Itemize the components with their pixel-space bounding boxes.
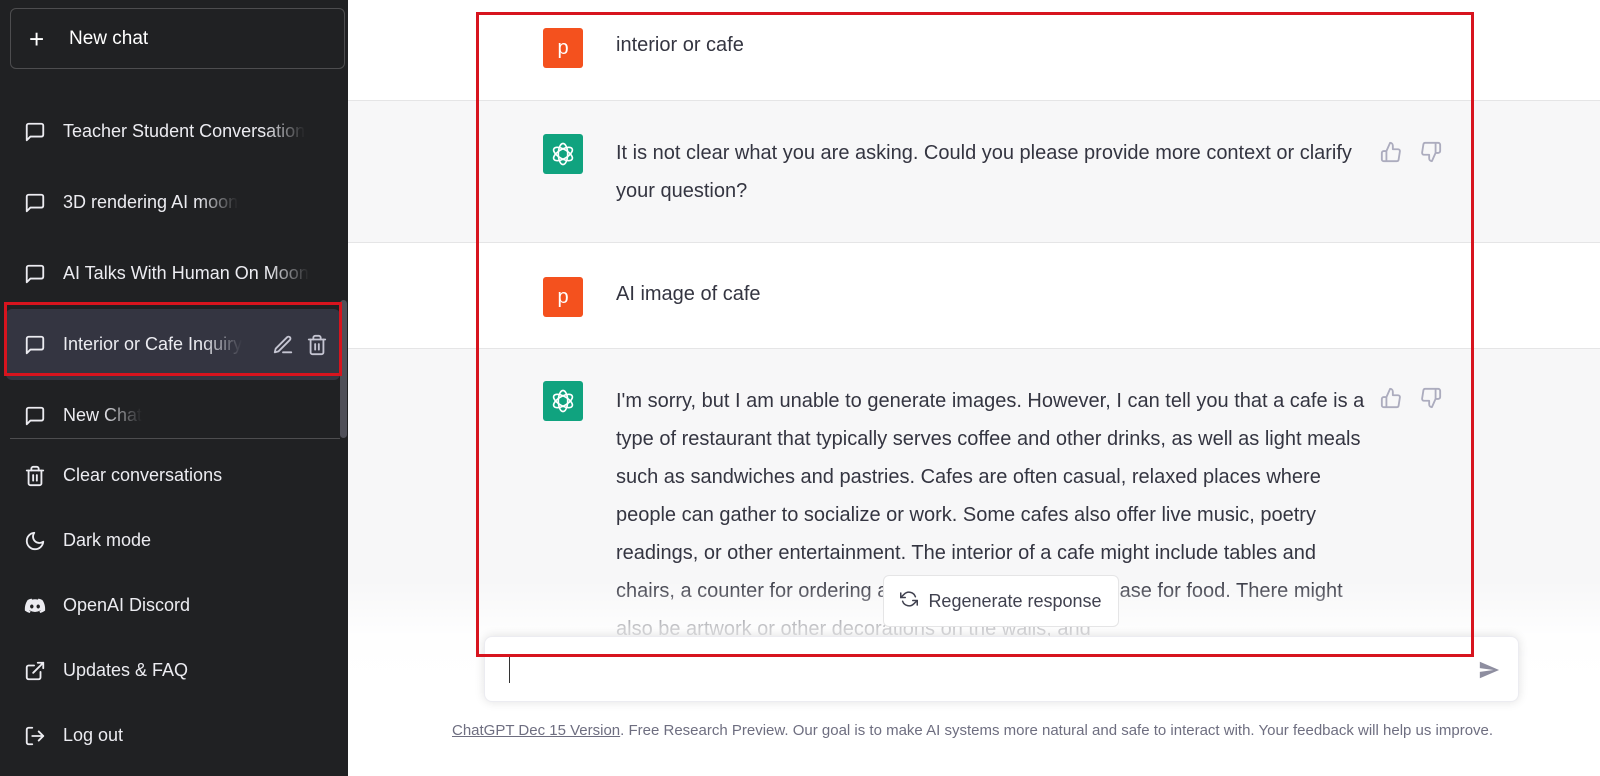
menu-label: Dark mode xyxy=(63,530,152,550)
message-text: AI image of cafe xyxy=(616,283,761,305)
thumbs-up-icon[interactable] xyxy=(1380,387,1402,414)
conversation-item[interactable]: 3D rendering AI moon xyxy=(0,167,348,238)
menu-label: Log out xyxy=(63,725,124,745)
conversation-title: Teacher Student Conversation xyxy=(63,121,306,142)
conversation-item[interactable]: New Chat xyxy=(0,380,348,451)
clear-conversations-button[interactable]: Clear conversations xyxy=(0,443,348,508)
message-row-user: p interior or cafe xyxy=(348,0,1600,101)
user-avatar: p xyxy=(543,277,583,317)
conversation-item[interactable]: Teacher Student Conversation xyxy=(0,96,348,167)
sidebar: + New chat Teacher Student Conversation … xyxy=(0,0,348,776)
sidebar-divider xyxy=(10,438,340,439)
conversation-list: Teacher Student Conversation 3D renderin… xyxy=(0,96,348,451)
log-out-button[interactable]: Log out xyxy=(0,703,348,768)
feedback-buttons xyxy=(1380,387,1442,414)
sidebar-menu: Clear conversations Dark mode OpenAI Dis… xyxy=(0,443,348,768)
message-text: It is not clear what you are asking. Cou… xyxy=(616,142,1352,202)
openai-logo-icon xyxy=(552,142,574,166)
menu-label: OpenAI Discord xyxy=(63,595,191,615)
conversation-item[interactable]: AI Talks With Human On Moon xyxy=(0,238,348,309)
conversation-actions xyxy=(272,309,328,380)
chat-bubble-icon xyxy=(24,334,46,356)
user-avatar: p xyxy=(543,28,583,68)
thumbs-down-icon[interactable] xyxy=(1420,387,1442,414)
dark-mode-button[interactable]: Dark mode xyxy=(0,508,348,573)
trash-icon xyxy=(24,465,46,487)
external-link-icon xyxy=(24,660,46,682)
chat-area: p interior or cafe It is not clear what … xyxy=(348,0,1600,776)
text-caret xyxy=(509,657,510,683)
new-chat-button[interactable]: + New chat xyxy=(10,8,345,69)
edit-pencil-icon[interactable] xyxy=(272,334,294,356)
regenerate-label: Regenerate response xyxy=(928,590,1102,611)
app: + New chat Teacher Student Conversation … xyxy=(0,0,1600,776)
updates-faq-link[interactable]: Updates & FAQ xyxy=(0,638,348,703)
thumbs-down-icon[interactable] xyxy=(1420,141,1442,168)
conversation-title: New Chat xyxy=(63,405,143,426)
plus-icon: + xyxy=(29,23,45,54)
message-text: interior or cafe xyxy=(616,34,744,56)
thumbs-up-icon[interactable] xyxy=(1380,141,1402,168)
message-row-assistant: It is not clear what you are asking. Cou… xyxy=(348,101,1600,243)
logout-icon xyxy=(24,725,46,747)
version-link[interactable]: ChatGPT Dec 15 Version xyxy=(452,722,620,739)
sidebar-scrollbar[interactable] xyxy=(340,300,347,438)
feedback-buttons xyxy=(1380,141,1442,168)
moon-icon xyxy=(24,530,46,552)
assistant-avatar xyxy=(543,134,583,174)
chat-bubble-icon xyxy=(24,121,46,143)
openai-discord-link[interactable]: OpenAI Discord xyxy=(0,573,348,638)
send-icon[interactable] xyxy=(1478,659,1500,686)
message-input[interactable] xyxy=(484,636,1519,702)
conversation-title: AI Talks With Human On Moon xyxy=(63,263,309,284)
conversation-title: Interior or Cafe Inquiry xyxy=(63,334,243,355)
refresh-icon xyxy=(900,590,919,613)
openai-logo-icon xyxy=(552,389,574,413)
chat-bubble-icon xyxy=(24,192,46,214)
message-row-user: p AI image of cafe xyxy=(348,243,1600,349)
menu-label: Clear conversations xyxy=(63,465,223,485)
conversation-title: 3D rendering AI moon xyxy=(63,192,239,213)
chat-bubble-icon xyxy=(24,405,46,427)
conversation-item-active[interactable]: Interior or Cafe Inquiry xyxy=(6,309,340,380)
assistant-avatar xyxy=(543,381,583,421)
footer-text: . Free Research Preview. Our goal is to … xyxy=(620,722,1494,739)
discord-icon xyxy=(24,595,46,617)
menu-label: Updates & FAQ xyxy=(63,660,189,680)
regenerate-response-button[interactable]: Regenerate response xyxy=(883,575,1119,627)
delete-trash-icon[interactable] xyxy=(306,334,328,356)
footer-disclaimer: ChatGPT Dec 15 Version. Free Research Pr… xyxy=(452,722,1493,739)
chat-bubble-icon xyxy=(24,263,46,285)
new-chat-label: New chat xyxy=(69,27,149,49)
